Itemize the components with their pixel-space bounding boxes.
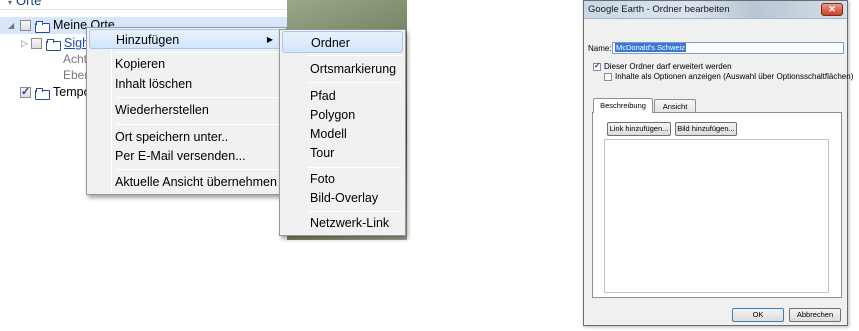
folder-icon [46,39,61,51]
tree-item-label: Tempo [53,85,91,99]
cancel-button[interactable]: Abbrechen [789,308,841,322]
menu-item-snapshot-view[interactable]: Aktuelle Ansicht übernehmen [115,175,277,189]
submenu-item-photo[interactable]: Foto [310,172,335,186]
folder-icon [35,88,50,100]
menu-separator [115,52,283,53]
expand-arrow-icon[interactable]: ▷ [21,35,28,52]
add-submenu: Ordner Ortsmarkierung Pfad Polygon Model… [279,29,406,236]
checkbox[interactable] [31,38,42,49]
submenu-item-placemark[interactable]: Ortsmarkierung [310,62,396,76]
dialog-titlebar[interactable]: Google Earth - Ordner bearbeiten ✕ [584,1,847,19]
submenu-arrow-icon: ▶ [266,35,273,44]
places-header[interactable]: ▾ Orte [0,0,287,10]
tree-item-description: Acht [63,52,88,66]
context-menu: Hinzufügen ▶ Kopieren Inhalt löschen Wie… [86,27,287,195]
menu-gutter [111,30,112,192]
menu-separator [115,169,283,170]
menu-item-email[interactable]: Per E-Mail versenden... [115,149,246,163]
expand-arrow-icon[interactable]: ◢ [8,17,14,34]
tree-item-description: Eber [63,68,89,82]
submenu-item-polygon[interactable]: Polygon [310,108,355,122]
menu-separator [115,124,283,125]
collapse-triangle-icon[interactable]: ▾ [8,0,12,7]
submenu-item-model[interactable]: Modell [310,127,347,141]
name-label: Name: [588,44,612,53]
menu-item-save-place-as[interactable]: Ort speichern unter.. [115,130,228,144]
tab-description[interactable]: Beschreibung [593,98,653,113]
show-as-options-checkbox[interactable] [604,73,612,81]
name-field-value: McDonald's Schweiz [615,43,686,52]
add-link-button[interactable]: Link hinzufügen... [607,122,671,136]
checkbox-checked[interactable] [20,84,31,101]
menu-separator [308,211,402,212]
menu-item-delete-contents[interactable]: Inhalt löschen [115,77,192,91]
menu-separator [308,167,402,168]
allow-expand-checkbox[interactable] [593,61,601,71]
folder-icon [35,21,50,33]
dialog-title: Google Earth - Ordner bearbeiten [588,4,730,15]
edit-folder-dialog: Google Earth - Ordner bearbeiten ✕ Name:… [583,0,853,326]
ok-button[interactable]: OK [732,308,784,322]
menu-item-label: Hinzufügen [116,33,180,47]
description-editor[interactable] [604,139,829,293]
menu-separator [308,55,402,56]
allow-expand-label: Dieser Ordner darf erweitert werden [604,62,732,71]
close-icon: ✕ [828,4,836,14]
tab-view[interactable]: Ansicht [654,99,696,113]
submenu-item-tour[interactable]: Tour [310,146,334,160]
places-header-label: Orte [16,0,42,8]
submenu-item-folder[interactable]: Ordner [282,31,403,53]
show-as-options-label: Inhalte als Optionen anzeigen (Auswahl ü… [615,72,854,81]
submenu-item-network-link[interactable]: Netzwerk-Link [310,216,389,230]
add-image-button[interactable]: Bild hinzufügen... [675,122,737,136]
submenu-item-image-overlay[interactable]: Bild-Overlay [310,191,378,205]
close-button[interactable]: ✕ [821,3,843,16]
menu-item-revert[interactable]: Wiederherstellen [115,103,209,117]
menu-item-add[interactable]: Hinzufügen ▶ [89,29,284,49]
menu-separator [115,97,283,98]
submenu-item-path[interactable]: Pfad [310,89,336,103]
menu-item-copy[interactable]: Kopieren [115,57,165,71]
menu-separator [308,82,402,83]
checkbox[interactable] [20,20,31,31]
name-field[interactable]: McDonald's Schweiz [612,42,844,54]
